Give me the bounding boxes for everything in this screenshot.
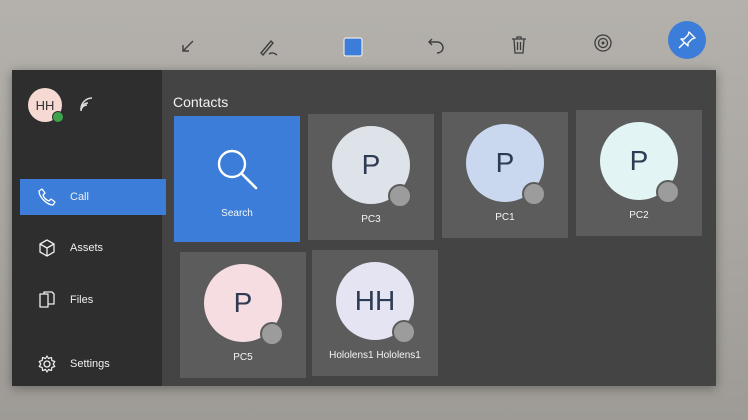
undo-icon	[428, 38, 444, 54]
contact-tile-hololens1[interactable]: HH Hololens1 Hololens1	[312, 250, 438, 376]
avatar-initials: HH	[354, 285, 396, 316]
avatar-initials: P	[233, 287, 253, 318]
undo-button[interactable]	[417, 26, 455, 64]
square-shape-icon	[343, 37, 363, 57]
files-icon	[36, 289, 58, 311]
phone-icon	[36, 186, 58, 208]
sidebar-item-call[interactable]: Call	[20, 179, 166, 215]
contacts-panel: Contacts Search P PC3 P PC1 P PC2 P PC5 …	[162, 70, 716, 386]
avatar-initials: P	[629, 145, 649, 176]
cube-icon	[36, 237, 58, 259]
delete-button[interactable]	[500, 26, 538, 64]
sidebar: HH Call Assets Files Settings	[12, 70, 166, 386]
avatar-initials: P	[495, 147, 515, 178]
presence-available-icon	[52, 111, 64, 123]
status-offline-icon	[392, 320, 416, 344]
search-icon	[217, 149, 258, 190]
sidebar-item-label: Files	[70, 294, 94, 306]
sidebar-item-settings[interactable]: Settings	[20, 346, 166, 382]
user-avatar[interactable]: HH	[28, 88, 64, 123]
contact-tile-pc3[interactable]: P PC3	[308, 114, 434, 240]
contact-name: PC2	[629, 210, 649, 221]
user-initials: HH	[35, 97, 55, 113]
status-offline-icon	[260, 322, 284, 346]
contact-name: Hololens1 Hololens1	[329, 350, 421, 361]
status-offline-icon	[388, 184, 412, 208]
trash-icon	[512, 36, 526, 54]
sidebar-item-assets[interactable]: Assets	[20, 230, 166, 266]
sidebar-item-label: Assets	[70, 242, 104, 254]
contacts-window: HH Call Assets Files Settings Contacts S…	[12, 70, 716, 386]
status-offline-icon	[522, 182, 546, 206]
gear-icon	[36, 353, 58, 375]
pin-button[interactable]	[668, 21, 706, 59]
pin-icon	[678, 31, 696, 49]
collapse-button[interactable]	[168, 28, 206, 66]
contact-name: PC1	[495, 212, 515, 223]
sidebar-item-label: Call	[70, 191, 89, 203]
target-icon	[594, 34, 612, 52]
shape-color-button[interactable]	[334, 28, 372, 66]
collapse-arrow-icon	[182, 40, 194, 52]
contact-name: PC5	[233, 352, 253, 363]
status-offline-icon	[656, 180, 680, 204]
contact-name: PC3	[361, 214, 381, 225]
search-contacts-button[interactable]: Search	[174, 116, 300, 242]
avatar-initials: P	[361, 149, 381, 180]
contact-tile-pc1[interactable]: P PC1	[442, 112, 568, 238]
wifi-signal-icon	[80, 97, 93, 111]
page-title: Contacts	[173, 94, 229, 110]
search-label: Search	[221, 208, 253, 219]
sidebar-item-files[interactable]: Files	[20, 282, 166, 318]
contact-tile-pc5[interactable]: P PC5	[180, 252, 306, 378]
target-button[interactable]	[584, 24, 622, 62]
pen-button[interactable]	[250, 28, 288, 66]
sidebar-item-label: Settings	[70, 358, 110, 370]
contact-tile-pc2[interactable]: P PC2	[576, 110, 702, 236]
pen-icon	[260, 39, 278, 57]
